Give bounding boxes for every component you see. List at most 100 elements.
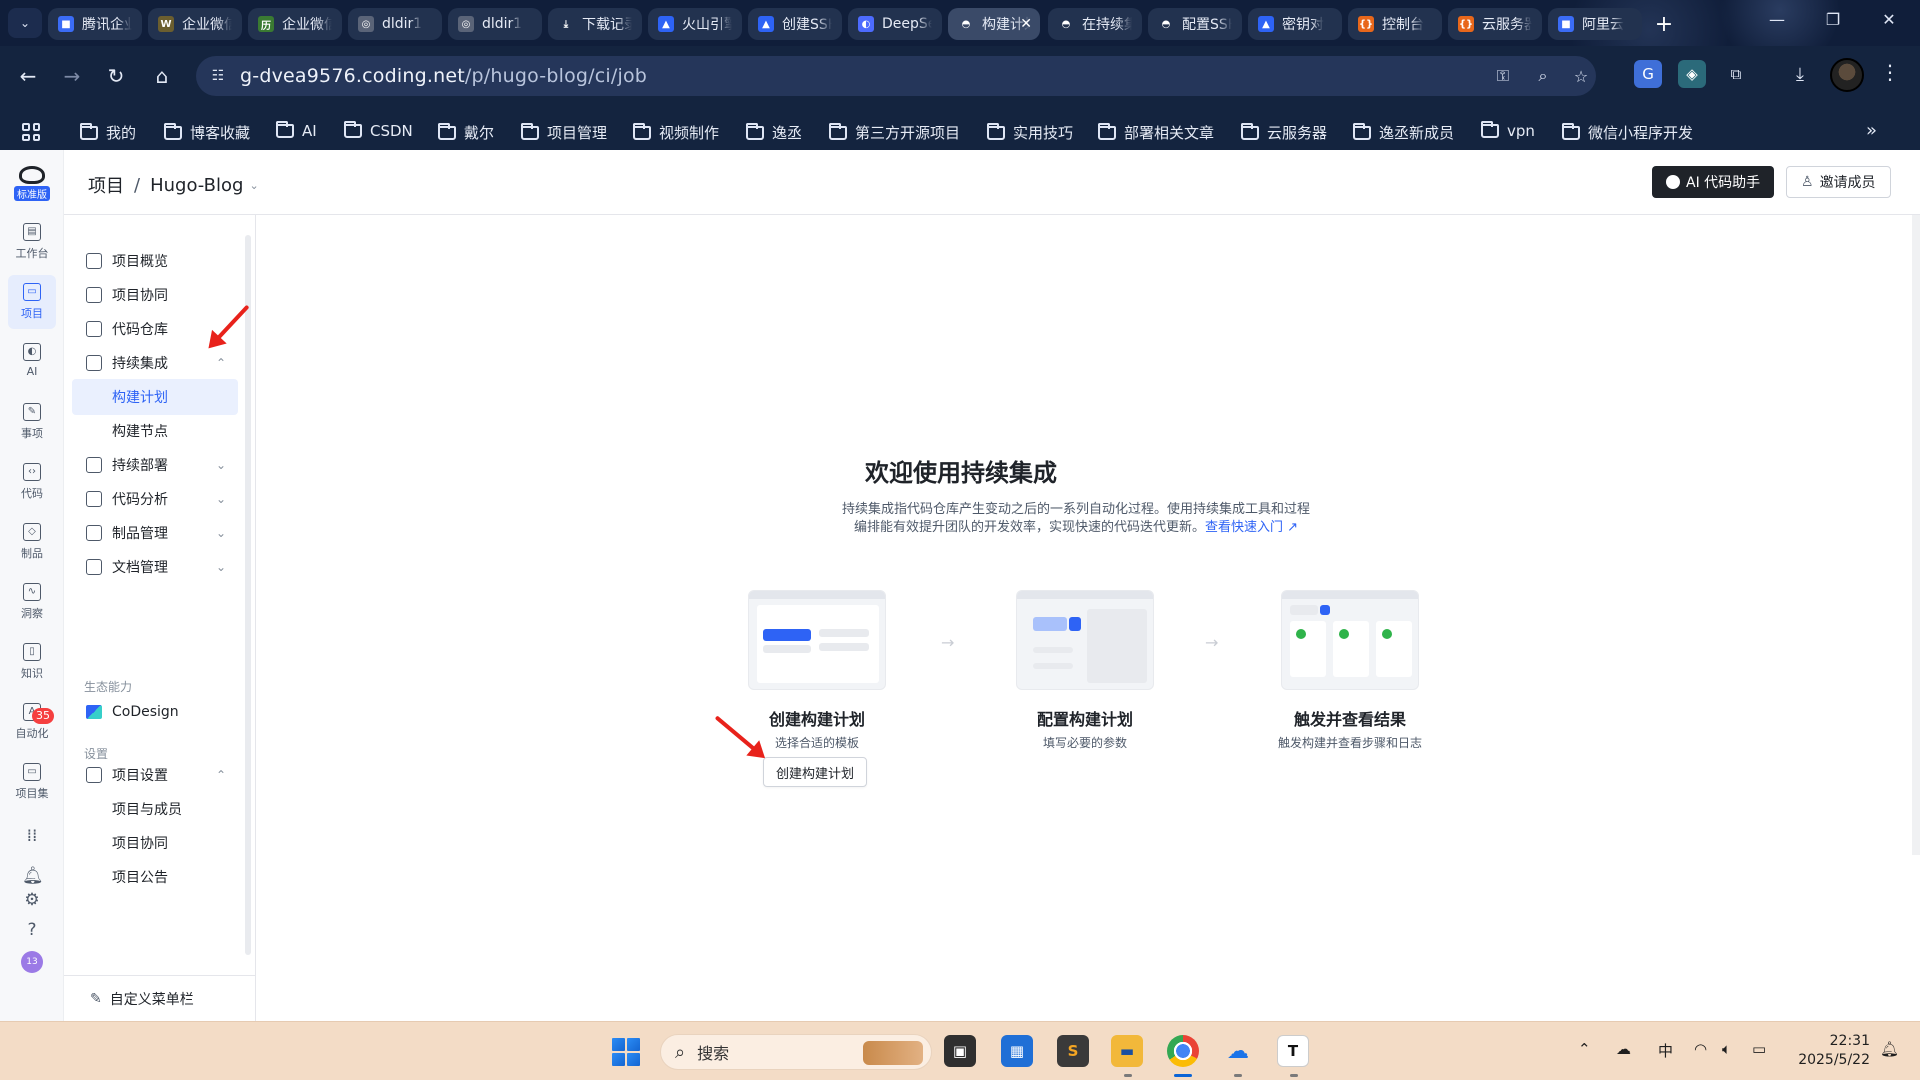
browser-tab[interactable]: 历企业微信 [248, 8, 342, 40]
zoom-icon[interactable]: ⌕ [1532, 65, 1554, 87]
chevron-icon[interactable]: ⌃ [216, 768, 226, 782]
sidebar-item[interactable]: 文档管理 ⌄ [72, 549, 238, 585]
browser-tab[interactable]: ◎ dldir1 [448, 8, 542, 40]
notification-bell-icon[interactable]: 🔔︎ [22, 866, 44, 886]
new-tab-plus-icon[interactable]: + [1650, 10, 1678, 38]
breadcrumb-projects[interactable]: 项目 [88, 172, 124, 198]
browser-tab[interactable]: ▲ 火山引擎 [648, 8, 742, 40]
chrome-icon[interactable] [1167, 1035, 1199, 1067]
extensions-puzzle-icon[interactable]: ⧉ [1722, 60, 1750, 88]
onedrive-offline-icon[interactable]: ☁ [1616, 1040, 1631, 1058]
bookmarks-overflow-icon[interactable]: » [1866, 120, 1877, 141]
help-question-icon[interactable]: ? [22, 920, 42, 940]
chevron-icon[interactable]: ⌄ [216, 560, 226, 574]
create-build-plan-button[interactable]: 创建构建计划 [763, 757, 868, 787]
bookmark-folder[interactable]: vpn [1481, 121, 1535, 140]
rail-item[interactable]: ◇ 制品 [8, 515, 56, 569]
breadcrumb-project-name[interactable]: Hugo-Blog [150, 175, 243, 196]
ime-indicator[interactable]: 中 [1658, 1040, 1673, 1061]
typora-icon[interactable]: T [1277, 1035, 1309, 1067]
bookmark-folder[interactable]: CSDN [344, 121, 413, 140]
task-view-icon[interactable]: ▣ [944, 1035, 976, 1067]
system-clock[interactable]: 22:31 2025/5/22 [1790, 1032, 1870, 1070]
profile-avatar[interactable] [1830, 58, 1864, 92]
sidebar-scrollbar[interactable] [245, 235, 251, 955]
address-bar[interactable]: ☷ g-dvea9576.coding.net/p/hugo-blog/ci/j… [196, 56, 1596, 96]
forward-arrow-icon[interactable]: → [56, 60, 88, 92]
browser-menu-icon[interactable]: ⋮ [1880, 60, 1900, 84]
password-key-icon[interactable]: ⚿ [1492, 65, 1514, 87]
browser-tab[interactable]: W 企业微信 [148, 8, 242, 40]
project-switcher-chevron-icon[interactable]: ⌄ [249, 179, 258, 192]
bookmark-folder[interactable]: 逸丞新成员 [1353, 122, 1454, 143]
chevron-icon[interactable]: ⌄ [216, 526, 226, 540]
apps-grid-icon[interactable] [22, 123, 40, 141]
sidebar-item[interactable]: 项目与成员 [72, 791, 238, 827]
tray-overflow-chevron-icon[interactable]: ⌃ [1578, 1040, 1591, 1058]
bookmark-folder[interactable]: 部署相关文章 [1098, 122, 1214, 143]
rail-item[interactable]: ▭ 项目集 [8, 755, 56, 809]
user-avatar[interactable]: 13 [21, 951, 43, 973]
windows-start-icon[interactable] [612, 1038, 640, 1066]
vpn-extension-icon[interactable]: ◈ [1678, 60, 1706, 88]
browser-tab[interactable]: ◓ 配置SSH [1148, 8, 1242, 40]
browser-tab[interactable]: ◓构建计划✕ [948, 8, 1040, 40]
sidebar-item[interactable]: 持续部署 ⌄ [72, 447, 238, 483]
wifi-icon[interactable]: ◠ [1694, 1040, 1707, 1058]
rail-item[interactable]: ▯ 知识 [8, 635, 56, 689]
sidebar-item[interactable]: 项目设置 ⌃ [72, 757, 238, 793]
volume-icon[interactable]: 🔈︎ [1722, 1040, 1731, 1058]
bookmark-folder[interactable]: AI [276, 121, 317, 140]
taskbar-search-box[interactable]: ⌕ 搜索 [660, 1034, 932, 1070]
sidebar-item[interactable]: 构建计划 [72, 379, 238, 415]
sidebar-item[interactable]: 制品管理 ⌄ [72, 515, 238, 551]
translate-extension-icon[interactable]: G [1634, 60, 1662, 88]
rail-item[interactable]: ▭ 项目 [8, 275, 56, 329]
page-scrollbar[interactable] [1912, 215, 1920, 855]
bookmark-folder[interactable]: 戴尔 [438, 122, 494, 143]
restore-icon[interactable]: ❐ [1818, 10, 1848, 29]
browser-tab[interactable]: ◐ DeepSeek [848, 8, 942, 40]
rail-item[interactable]: ‹› 代码 [8, 455, 56, 509]
rail-item[interactable]: ◐ AI [8, 335, 56, 389]
browser-tab[interactable]: ▲ 密钥对 [1248, 8, 1342, 40]
chat-app-icon[interactable]: ☁ [1222, 1035, 1254, 1067]
close-window-icon[interactable]: ✕ [1874, 10, 1904, 29]
home-icon[interactable]: ⌂ [146, 60, 178, 92]
product-logo[interactable]: 标准版 [14, 166, 50, 202]
ai-code-assistant-button[interactable]: AI 代码助手 [1652, 166, 1775, 198]
site-info-icon[interactable]: ☷ [208, 66, 228, 86]
browser-tab[interactable]: {} 控制台 [1348, 8, 1442, 40]
downloads-icon[interactable]: ⤓ [1786, 60, 1814, 88]
rail-item[interactable]: ∿ 洞察 [8, 575, 56, 629]
bookmark-folder[interactable]: 视频制作 [633, 122, 719, 143]
browser-tab[interactable]: {} 云服务器 [1448, 8, 1542, 40]
browser-tab[interactable]: ▲ 创建SSH [748, 8, 842, 40]
browser-tab[interactable]: ⤓ 下载记录 [548, 8, 642, 40]
microsoft-store-icon[interactable]: ▦ [1001, 1035, 1033, 1067]
file-explorer-icon[interactable]: ▬ [1111, 1035, 1143, 1067]
chevron-icon[interactable]: ⌄ [216, 458, 226, 472]
sidebar-item[interactable]: 项目公告 [72, 859, 238, 895]
browser-tab[interactable]: ■ 阿里云 [1548, 8, 1642, 40]
sidebar-item[interactable]: 项目协同 [72, 825, 238, 861]
minimize-icon[interactable]: — [1762, 10, 1792, 29]
browser-tab[interactable]: ■ 腾讯企业邮 [48, 8, 142, 40]
bookmark-folder[interactable]: 博客收藏 [164, 122, 250, 143]
sidebar-item[interactable]: 构建节点 [72, 413, 238, 449]
tab-search-dropdown-icon[interactable]: ⌄ [8, 8, 42, 38]
sublime-text-icon[interactable]: S [1057, 1035, 1089, 1067]
browser-tab[interactable]: ◎ dldir1 [348, 8, 442, 40]
notification-center-icon[interactable]: 🔔︎ [1880, 1040, 1899, 1058]
customize-menu-button[interactable]: ✎ 自定义菜单栏 [64, 975, 256, 1021]
bookmark-folder[interactable]: 项目管理 [521, 122, 607, 143]
rail-item[interactable]: ▤ 工作台 [8, 215, 56, 269]
url-text[interactable]: g-dvea9576.coding.net/p/hugo-blog/ci/job [240, 65, 647, 87]
tab-close-icon[interactable]: ✕ [1020, 16, 1032, 32]
chevron-icon[interactable]: ⌃ [216, 356, 226, 370]
sidebar-item[interactable]: 项目概览 [72, 243, 238, 279]
invite-member-button[interactable]: ♙ 邀请成员 [1786, 166, 1891, 198]
browser-tab[interactable]: ◓ 在持续集成 [1048, 8, 1142, 40]
bookmark-folder[interactable]: 实用技巧 [987, 122, 1073, 143]
quick-start-link[interactable]: 查看快速入门 ↗ [1205, 520, 1298, 535]
